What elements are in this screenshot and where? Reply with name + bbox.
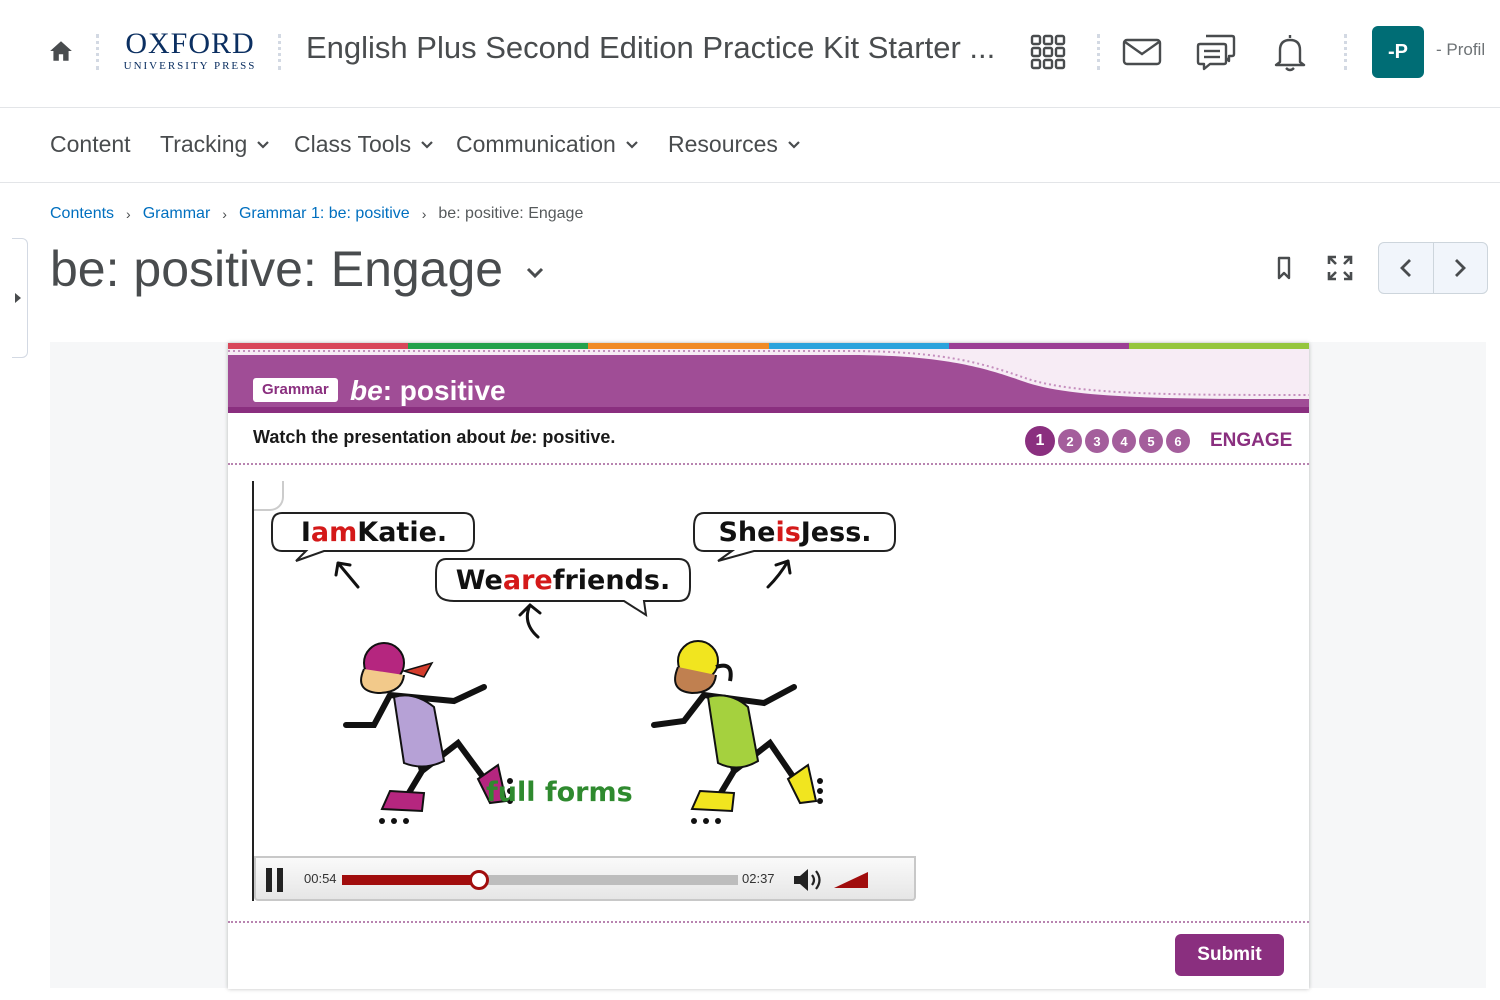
- chat-icon[interactable]: [1196, 30, 1236, 74]
- volume-icon[interactable]: [792, 866, 824, 894]
- logo-sub-text: UNIVERSITY PRESS: [123, 60, 257, 72]
- activity-title: be: positive: [350, 375, 506, 407]
- instruction-row: Watch the presentation about be: positiv…: [228, 413, 1309, 465]
- breadcrumb-link[interactable]: Contents: [50, 205, 114, 223]
- next-topic-button[interactable]: [1432, 243, 1487, 293]
- step-button[interactable]: 2: [1058, 429, 1082, 453]
- chevron-down-icon[interactable]: [525, 263, 545, 283]
- bookmark-icon[interactable]: [1270, 254, 1298, 282]
- instruction-italic: be: [510, 427, 532, 447]
- step-button[interactable]: 5: [1139, 429, 1163, 453]
- bubble-highlight: is: [775, 516, 801, 548]
- step-button[interactable]: 1: [1025, 426, 1055, 456]
- stage-label: ENGAGE: [1210, 430, 1293, 451]
- volume-slider[interactable]: [834, 870, 868, 888]
- topic-navigation: [1378, 242, 1488, 294]
- step-indicator: 1 2 3 4 5 6: [1025, 426, 1193, 456]
- top-header: OXFORD UNIVERSITY PRESS English Plus Sec…: [0, 0, 1500, 108]
- chevron-down-icon: [788, 140, 800, 149]
- seek-handle[interactable]: [468, 870, 489, 890]
- nav-label: Tracking: [160, 131, 248, 157]
- title-rest: : positive: [382, 375, 506, 406]
- previous-topic-button[interactable]: [1379, 243, 1433, 293]
- seek-bar[interactable]: [342, 870, 738, 890]
- bubble-text: Katie.: [357, 516, 448, 548]
- toc-toggle-tab[interactable]: [12, 238, 28, 358]
- bubble-text: We: [455, 564, 503, 596]
- video-controls: 00:54 02:37: [254, 856, 916, 901]
- title-italic: be: [350, 375, 383, 406]
- page-title-text: be: positive: Engage: [50, 241, 504, 297]
- duration-time: 02:37: [742, 871, 775, 886]
- mail-icon[interactable]: [1122, 30, 1162, 74]
- grammar-badge: Grammar: [253, 378, 338, 402]
- footer-divider: [228, 921, 1309, 923]
- bubble-highlight: am: [310, 516, 358, 548]
- activity-frame: Grammar be: positive Watch the presentat…: [228, 343, 1310, 989]
- breadcrumb-current: be: positive: Engage: [438, 205, 584, 222]
- nav-label: Content: [50, 131, 131, 157]
- chevron-down-icon: [257, 140, 270, 149]
- nav-communication[interactable]: Communication: [456, 131, 638, 158]
- nav-tracking[interactable]: Tracking: [160, 131, 270, 158]
- header-divider: [1344, 34, 1347, 70]
- step-button[interactable]: 4: [1112, 429, 1136, 453]
- chevron-down-icon: [421, 140, 433, 149]
- step-button[interactable]: 3: [1085, 429, 1109, 453]
- bubble-text: I: [300, 516, 311, 548]
- bubble-text: Jess.: [800, 516, 872, 548]
- breadcrumb: Contents › Grammar › Grammar 1: be: posi…: [50, 205, 583, 223]
- instruction-text: Watch the presentation about be: positiv…: [253, 427, 615, 448]
- bubble-text: friends.: [552, 564, 671, 596]
- breadcrumb-separator: ›: [421, 206, 427, 222]
- waffle-menu-icon[interactable]: [1028, 30, 1068, 74]
- course-navbar: Content Tracking Class Tools Communicati…: [0, 109, 1500, 183]
- bubble-highlight: are: [502, 564, 553, 596]
- home-icon[interactable]: [48, 38, 74, 64]
- logo-main-text: OXFORD: [125, 27, 255, 60]
- bubble-text: She: [718, 516, 776, 548]
- page-title: be: positive: Engage: [50, 240, 545, 298]
- speech-bubble-jess: She is Jess.: [696, 514, 894, 550]
- bell-icon[interactable]: [1270, 30, 1310, 74]
- breadcrumb-separator: ›: [222, 206, 227, 222]
- oxford-logo[interactable]: OXFORD UNIVERSITY PRESS: [120, 28, 260, 78]
- step-button[interactable]: 6: [1166, 429, 1190, 453]
- breadcrumb-link[interactable]: Grammar: [143, 205, 211, 223]
- course-title[interactable]: English Plus Second Edition Practice Kit…: [306, 30, 995, 66]
- speech-bubble-katie: I am Katie.: [274, 514, 474, 550]
- header-divider: [278, 34, 281, 70]
- breadcrumb-link[interactable]: Grammar 1: be: positive: [239, 205, 410, 223]
- nav-label: Class Tools: [294, 131, 412, 157]
- seek-bar-progress: [342, 875, 479, 885]
- chevron-left-icon: [1400, 259, 1411, 277]
- header-divider: [1097, 34, 1100, 70]
- nav-label: Resources: [668, 131, 778, 157]
- chevron-down-icon: [626, 140, 638, 149]
- profile-name[interactable]: - Profil: [1436, 40, 1485, 60]
- pause-button[interactable]: [266, 868, 290, 892]
- video-player[interactable]: I am Katie. We are friends. She is Jess.…: [252, 481, 916, 901]
- header-divider: [96, 34, 99, 70]
- nav-class-tools[interactable]: Class Tools: [294, 131, 433, 158]
- breadcrumb-separator: ›: [126, 206, 131, 222]
- nav-resources[interactable]: Resources: [668, 131, 800, 158]
- fullscreen-icon[interactable]: [1326, 254, 1354, 282]
- caret-right-icon: [15, 293, 21, 303]
- activity-banner: Grammar be: positive: [228, 349, 1309, 413]
- submit-button[interactable]: Submit: [1175, 934, 1284, 976]
- jess-illustration: [651, 640, 823, 824]
- instruction-suffix: : positive.: [531, 427, 616, 447]
- chevron-right-icon: [1455, 259, 1467, 277]
- user-avatar[interactable]: -P: [1372, 26, 1424, 78]
- speech-bubble-friends: We are friends.: [438, 561, 688, 599]
- elapsed-time: 00:54: [304, 871, 337, 886]
- instruction-prefix: Watch the presentation about: [253, 427, 511, 447]
- nav-label: Communication: [456, 131, 616, 157]
- nav-content[interactable]: Content: [50, 131, 131, 158]
- full-forms-caption: full forms: [486, 777, 633, 808]
